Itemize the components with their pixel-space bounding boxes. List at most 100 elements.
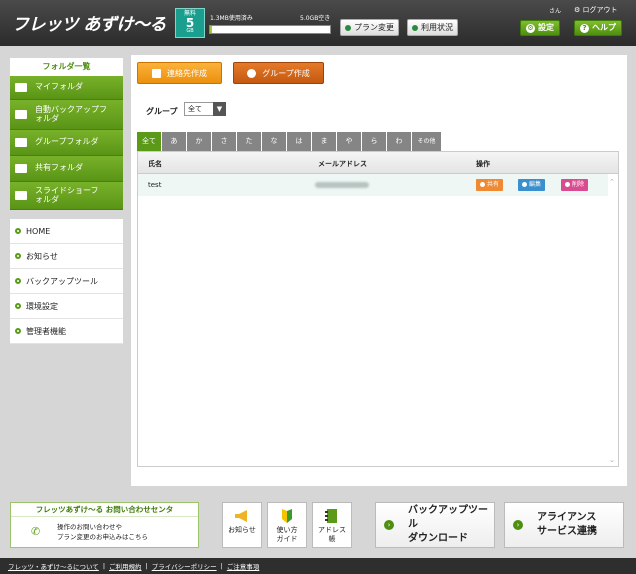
app-logo[interactable]: フレッツ あずけ〜る [12,10,166,35]
folder-item-group[interactable]: グループフォルダ [10,130,123,156]
help-button[interactable]: ? ヘルプ [574,20,622,36]
support-line-2: プラン変更のお申込みはこちら [57,533,148,541]
news-button-label: お知らせ [228,526,256,534]
folder-label: 共有フォルダ [35,163,83,173]
alliance-service-button[interactable]: › アライアンス サービス連携 [504,502,624,548]
settings-label: 設定 [538,23,554,32]
contact-name: test [148,181,162,189]
folder-item-auto-backup[interactable]: 自動バックアップフォルダ [10,100,123,130]
plan-change-button[interactable]: プラン変更 [340,19,399,36]
footer-separator: | [145,562,148,570]
folder-item-slideshow[interactable]: スライドショーフォルダ [10,182,123,210]
index-tab[interactable]: 全て [137,132,161,151]
usage-status-button[interactable]: 利用状況 [407,19,458,36]
backup-line-2: ダウンロード [408,533,468,544]
support-line-1: 操作のお問い合わせや [57,523,122,531]
footer-link-privacy[interactable]: プライバシーポリシー [152,561,217,571]
table-row[interactable]: test 共有 編集 削除 [138,174,608,196]
folder-item-shared[interactable]: 共有フォルダ [10,156,123,182]
guide-line-1: 使い方 [276,526,298,534]
usage-bar [209,25,331,34]
logout-link[interactable]: ⚙ ログアウト [574,5,618,15]
footer-link-about[interactable]: フレッツ・あずけ〜るについて [8,561,99,571]
folder-icon [15,164,27,173]
folder-icon [15,110,27,119]
plan-unit: GB [186,28,194,34]
index-tab[interactable]: さ [212,132,236,151]
index-tab[interactable]: は [287,132,311,151]
create-group-button[interactable]: グループ作成 [233,62,324,84]
index-tab[interactable]: あ [162,132,186,151]
nav-label: 管理者機能 [26,326,66,336]
address-book-icon [325,509,337,523]
circle-arrow-icon [345,24,351,31]
footer-separator: | [220,562,223,570]
footer-link-notes[interactable]: ご注意事項 [227,561,260,571]
folder-item-my[interactable]: マイフォルダ [10,76,123,100]
nav-news[interactable]: お知らせ [10,244,123,269]
index-tab[interactable]: ま [312,132,336,151]
nav-label: お知らせ [26,251,58,261]
nav-admin[interactable]: 管理者機能 [10,319,123,344]
contact-card-icon [152,68,161,78]
edit-button[interactable]: 編集 [518,179,546,191]
contact-email-redacted [315,182,369,188]
folder-panel-heading: フォルダ一覧 [42,62,91,71]
backup-tool-download-button[interactable]: › バックアップツール ダウンロード [375,502,495,548]
delete-button[interactable]: 削除 [561,179,589,191]
group-filter-select[interactable]: 全て ▼ [184,102,226,116]
index-tab[interactable]: た [237,132,261,151]
edit-label: 編集 [529,181,542,188]
address-line-2: 帳 [328,535,336,543]
logout-label: ログアウト [582,6,618,14]
beginner-mark-icon [282,509,292,523]
user-name: さん [549,8,562,15]
circle-bullet-icon [15,303,21,309]
plan-badge: 無料 5 GB [175,8,205,38]
support-center-title: フレッツあずけ〜る お問い合わせセンタ [11,503,198,517]
address-book-button[interactable]: アドレス 帳 [312,502,352,548]
index-tab[interactable]: わ [387,132,411,151]
index-tab[interactable]: ら [362,132,386,151]
chevron-up-icon[interactable]: ⌃ [609,178,615,186]
circle-arrow-icon: › [384,520,394,530]
folder-icon [15,191,27,200]
folder-icon [15,138,27,147]
column-header-email: メールアドレス [318,160,367,168]
footer-links-bar: フレッツ・あずけ〜るについて | ご利用規約 | プライバシーポリシー | ご注意事項 [0,558,636,574]
guide-button[interactable]: 使い方 ガイド [267,502,307,548]
circle-bullet-icon [15,328,21,334]
support-center-box[interactable]: フレッツあずけ〜る お問い合わせセンタ ✆ 操作のお問い合わせや プラン変更のお… [10,502,199,548]
index-tab[interactable]: な [262,132,286,151]
index-tab[interactable]: や [337,132,361,151]
nav-settings[interactable]: 環境設定 [10,294,123,319]
plan-change-label: プラン変更 [354,23,394,32]
megaphone-icon [235,510,247,522]
create-group-label: グループ作成 [262,68,310,78]
news-button[interactable]: お知らせ [222,502,262,548]
create-contact-label: 連絡先作成 [167,68,207,78]
index-tab[interactable]: その他 [412,132,441,151]
table-header: 氏名 メールアドレス 操作 [138,152,618,174]
chevron-down-icon: ▼ [213,102,226,116]
share-button[interactable]: 共有 [476,179,504,191]
footer-link-terms[interactable]: ご利用規約 [109,561,142,571]
circle-arrow-icon [412,24,418,31]
table-scrollbar[interactable]: ⌃ ⌄ [608,174,618,466]
footer-separator: | [102,562,106,570]
create-contact-button[interactable]: 連絡先作成 [137,62,222,84]
contacts-table: 氏名 メールアドレス 操作 test 共有 編集 削除 ⌃ ⌄ [137,151,619,467]
phone-icon: ✆ [31,525,41,538]
support-center-text: 操作のお問い合わせや プラン変更のお申込みはこちら [57,522,148,542]
nav-backup-tool[interactable]: バックアップツール [10,269,123,294]
group-filter-label: グループ [146,107,178,116]
chevron-down-icon[interactable]: ⌄ [609,456,615,464]
nav-home[interactable]: HOME [10,219,123,244]
folder-label: 自動バックアップフォルダ [35,104,107,123]
gear-icon: ⚙ [526,24,535,33]
index-tab[interactable]: か [187,132,211,151]
settings-button[interactable]: ⚙ 設定 [520,20,560,36]
backup-button-label: バックアップツール ダウンロード [408,504,494,546]
group-filter-value: 全て [188,105,202,113]
circle-icon [565,182,570,187]
